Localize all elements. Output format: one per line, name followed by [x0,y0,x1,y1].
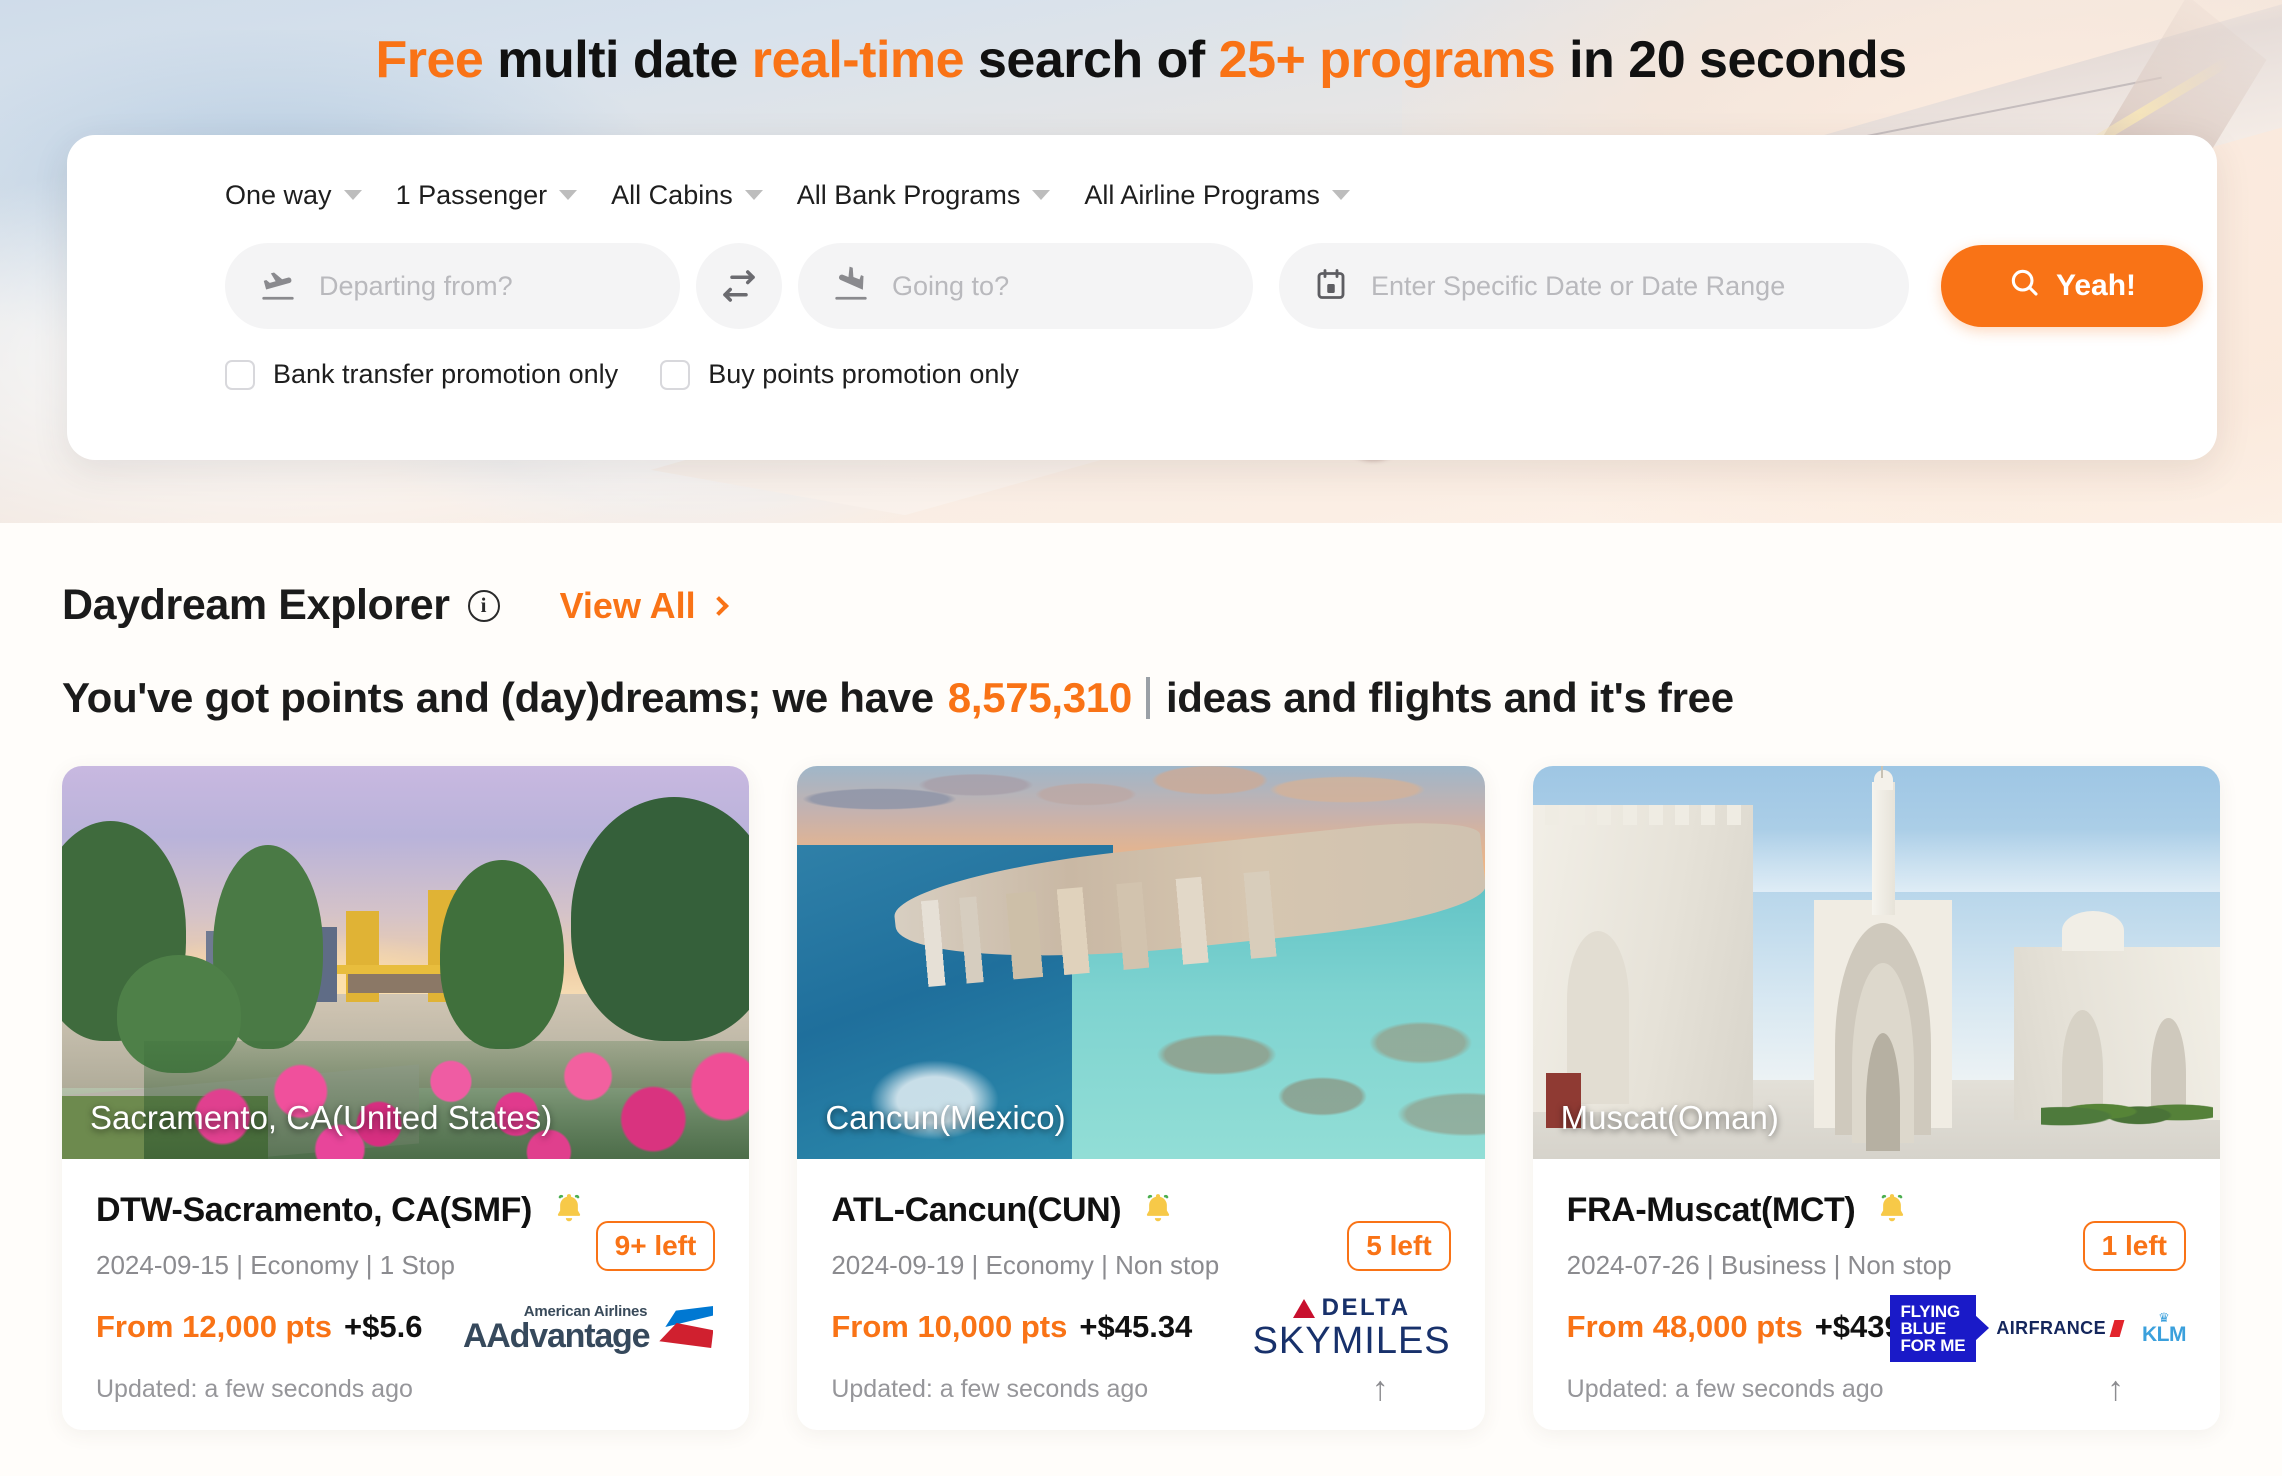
chevron-down-icon [1032,190,1051,200]
checkbox-box [660,359,691,390]
promotion-filters: Bank transfer promotion only Buy points … [67,359,2217,390]
destination-field[interactable]: Going to? [798,243,1253,329]
view-all-label: View All [559,584,696,626]
delta-triangle-icon [1292,1298,1315,1318]
bell-icon[interactable] [550,1189,588,1232]
bank-programs-dropdown[interactable]: All Bank Programs [797,180,1051,211]
airline-programs-dropdown[interactable]: All Airline Programs [1084,180,1350,211]
bank-transfer-promotion-checkbox[interactable]: Bank transfer promotion only [225,359,618,390]
destination-caption: Sacramento, CA(United States) [90,1099,553,1136]
tagline-suffix: ideas and flights and it's free [1165,674,1734,721]
points-price: From 12,000 pts [96,1309,333,1344]
view-all-link[interactable]: View All [559,584,729,627]
chevron-down-icon [744,190,763,200]
bell-icon[interactable] [1139,1189,1177,1232]
chevron-down-icon [559,190,578,200]
destination-placeholder: Going to? [892,270,1010,301]
updated-timestamp: Updated: a few seconds ago [831,1375,1149,1403]
chevron-down-icon [1331,190,1350,200]
cash-price: +$5.6 [344,1309,423,1344]
date-placeholder: Enter Specific Date or Date Range [1371,270,1786,301]
deal-card-list: Sacramento, CA(United States) DTW-Sacram… [62,766,2220,1430]
buy-points-promotion-label: Buy points promotion only [708,359,1019,389]
destination-photo-sacramento: Sacramento, CA(United States) [62,766,750,1159]
updated-timestamp: Updated: a few seconds ago [96,1375,413,1403]
chevron-right-icon [708,595,729,616]
aadvantage-label: AAdvantage [462,1316,651,1355]
air-france-logo: AIRFRANCE [1996,1318,2125,1339]
destination-photo-cancun: Cancun(Mexico) [797,766,1485,1159]
info-icon[interactable]: i [467,589,500,622]
delta-label: DELTA [1321,1294,1411,1321]
hero-headline: Free multi date real-time search of 25+ … [375,31,1907,89]
loyalty-program-logo-flyingblue: FLYING BLUE FOR ME AIRFRANCE ♛ KLM [1890,1294,2187,1362]
search-option-row: One way 1 Passenger All Cabins All Bank … [67,175,2217,215]
tagline: You've got points and (day)dreams; we ha… [62,674,2220,722]
search-icon [2008,266,2040,306]
bank-programs-label: All Bank Programs [796,179,1021,210]
flight-search-panel: One way 1 Passenger All Cabins All Bank … [67,135,2217,460]
seats-left-badge: 9+ left [595,1221,716,1271]
deal-card[interactable]: Cancun(Mexico) ATL-Cancun(CUN) 2024-09-1… [797,766,1485,1430]
airline-programs-label: All Airline Programs [1084,179,1320,210]
share-up-arrow-icon[interactable]: ↑ [1372,1372,1389,1406]
passengers-dropdown[interactable]: 1 Passenger [396,180,578,211]
search-submit-button[interactable]: Yeah! [1941,245,2203,327]
trip-type-dropdown[interactable]: One way [225,180,362,211]
takeoff-icon [259,265,297,308]
cabins-label: All Cabins [611,179,733,210]
landing-icon [832,265,870,308]
deal-card[interactable]: Muscat(Oman) FRA-Muscat(MCT) 2024-07-26 … [1532,766,2220,1430]
calendar-icon [1313,266,1349,307]
deal-card-body: ATL-Cancun(CUN) 2024-09-19 | Economy | N… [797,1159,1484,1430]
deal-card-body: DTW-Sacramento, CA(SMF) 2024-09-15 | Eco… [62,1159,749,1430]
chevron-down-icon [343,190,362,200]
ideas-counter: 8,575,310 [947,674,1132,721]
trip-type-label: One way [225,179,332,210]
deal-card-body: FRA-Muscat(MCT) 2024-07-26 | Business | … [1533,1159,2220,1430]
page-title: Daydream Explorer [62,581,450,629]
section-header: Daydream Explorer i View All [62,523,2220,630]
date-field[interactable]: Enter Specific Date or Date Range [1279,243,1909,329]
deal-card[interactable]: Sacramento, CA(United States) DTW-Sacram… [62,766,750,1430]
swap-airports-button[interactable] [696,243,782,329]
share-up-arrow-icon[interactable]: ↑ [2107,1372,2124,1406]
klm-logo: ♛ KLM [2141,1310,2187,1346]
hero-banner: Free multi date real-time search of 25+ … [0,0,2282,523]
bell-icon[interactable] [1873,1189,1911,1232]
main-content: Daydream Explorer i View All You've got … [0,523,2282,1430]
passengers-label: 1 Passenger [395,179,548,210]
cash-price: +$45.34 [1079,1309,1193,1344]
destination-caption: Cancun(Mexico) [825,1099,1066,1136]
route-label: ATL-Cancun(CUN) [831,1191,1122,1229]
search-field-row: Departing from? Going to? Enter Specific… [67,243,2217,329]
destination-photo-muscat: Muscat(Oman) [1532,766,2220,1159]
points-price: From 48,000 pts [1566,1309,1803,1344]
typing-cursor [1145,677,1150,719]
american-airlines-tail-icon [659,1306,715,1350]
points-price: From 10,000 pts [831,1309,1068,1344]
cabins-dropdown[interactable]: All Cabins [611,180,763,211]
seats-left-badge: 5 left [1347,1221,1451,1271]
route-label: DTW-Sacramento, CA(SMF) [96,1191,532,1229]
loyalty-program-logo-skymiles: DELTA SKYMILES [1252,1294,1451,1362]
skymiles-label: SKYMILES [1252,1320,1451,1362]
flying-blue-badge: FLYING BLUE FOR ME [1890,1294,1977,1362]
origin-field[interactable]: Departing from? [225,243,680,329]
route-label: FRA-Muscat(MCT) [1566,1191,1856,1229]
bank-transfer-promotion-label: Bank transfer promotion only [273,359,619,389]
updated-timestamp: Updated: a few seconds ago [1566,1375,1884,1403]
destination-caption: Muscat(Oman) [1560,1099,1779,1136]
seats-left-badge: 1 left [2082,1221,2186,1271]
tagline-prefix: You've got points and (day)dreams; we ha… [62,674,934,721]
origin-placeholder: Departing from? [319,270,513,301]
buy-points-promotion-checkbox[interactable]: Buy points promotion only [660,359,1019,390]
checkbox-box [225,359,255,390]
loyalty-program-logo-aadvantage: American Airlines AAdvantage [463,1297,715,1359]
search-submit-label: Yeah! [2055,269,2137,302]
